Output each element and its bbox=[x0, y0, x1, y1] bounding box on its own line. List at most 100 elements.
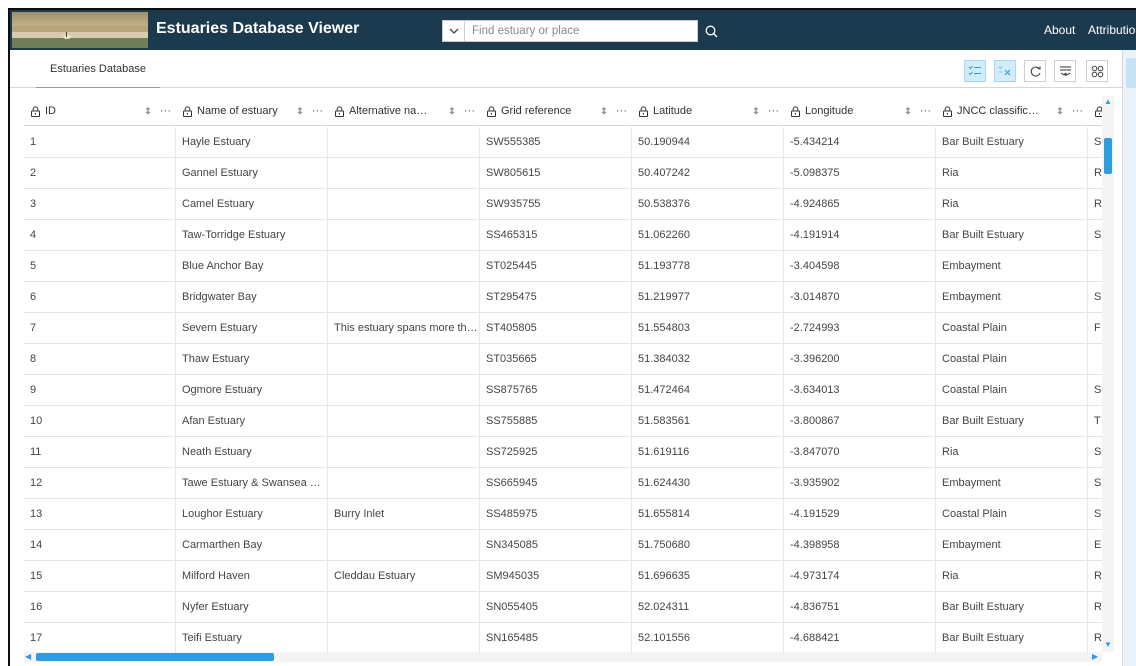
table-cell[interactable]: 1 bbox=[24, 127, 176, 158]
table-cell[interactable]: Ogmore Estuary bbox=[176, 375, 328, 406]
table-cell[interactable] bbox=[328, 375, 480, 406]
table-row[interactable]: 10 Afan Estuary SS755885 51.583561 -3.800867… bbox=[24, 406, 1102, 437]
table-cell[interactable]: Ria bbox=[936, 189, 1088, 220]
table-cell[interactable] bbox=[328, 530, 480, 561]
table-cell[interactable] bbox=[328, 220, 480, 251]
column-header[interactable]: JNCC classific… ⇕ ··· bbox=[942, 96, 1088, 126]
horizontal-scroll-thumb[interactable] bbox=[36, 653, 274, 661]
column-options-button[interactable] bbox=[1086, 60, 1108, 82]
more-options-icon[interactable]: ··· bbox=[920, 105, 931, 117]
search-source-dropdown[interactable] bbox=[443, 21, 465, 41]
sort-icon[interactable]: ⇕ bbox=[600, 106, 608, 117]
table-cell[interactable]: 50.407242 bbox=[632, 158, 784, 189]
table-cell[interactable]: Embayment bbox=[936, 530, 1088, 561]
page-scrollbar[interactable] bbox=[1122, 50, 1136, 666]
table-cell[interactable]: -4.398958 bbox=[784, 530, 936, 561]
table-cell[interactable]: ST025445 bbox=[480, 251, 632, 282]
table-cell[interactable]: R bbox=[1088, 561, 1102, 592]
table-cell[interactable]: SS665945 bbox=[480, 468, 632, 499]
table-row[interactable]: 2 Gannel Estuary SW805615 50.407242 -5.09837… bbox=[24, 158, 1102, 189]
table-cell[interactable]: S bbox=[1088, 468, 1102, 499]
table-row[interactable]: 3 Camel Estuary SW935755 50.538376 -4.924865… bbox=[24, 189, 1102, 220]
table-cell[interactable]: 13 bbox=[24, 499, 176, 530]
table-cell[interactable]: 11 bbox=[24, 437, 176, 468]
table-cell[interactable]: 51.619116 bbox=[632, 437, 784, 468]
table-cell[interactable]: Bar Built Estuary bbox=[936, 127, 1088, 158]
scroll-up-arrow-icon[interactable]: ▲ bbox=[1104, 97, 1112, 106]
table-cell[interactable]: T bbox=[1088, 406, 1102, 437]
table-cell[interactable]: Blue Anchor Bay bbox=[176, 251, 328, 282]
table-cell[interactable]: 15 bbox=[24, 561, 176, 592]
table-cell[interactable]: This estuary spans more th… bbox=[328, 313, 480, 344]
table-row[interactable]: 15 Milford Haven Cleddau Estuary SM945035 51… bbox=[24, 561, 1102, 592]
column-header[interactable]: Grid reference ⇕ ··· bbox=[486, 96, 632, 126]
table-cell[interactable]: R bbox=[1088, 158, 1102, 189]
table-cell[interactable]: SS875765 bbox=[480, 375, 632, 406]
table-cell[interactable]: Milford Haven bbox=[176, 561, 328, 592]
more-options-icon[interactable]: ··· bbox=[312, 105, 323, 117]
table-cell[interactable]: Burry Inlet bbox=[328, 499, 480, 530]
table-row[interactable]: 14 Carmarthen Bay SN345085 51.750680 -4.3989… bbox=[24, 530, 1102, 561]
table-cell[interactable]: 50.190944 bbox=[632, 127, 784, 158]
table-row[interactable]: 6 Bridgwater Bay ST295475 51.219977 -3.01487… bbox=[24, 282, 1102, 313]
table-row[interactable]: 17 Teifi Estuary SN165485 52.101556 -4.68842… bbox=[24, 623, 1102, 652]
table-cell[interactable]: Cleddau Estuary bbox=[328, 561, 480, 592]
vertical-scrollbar[interactable]: ▲ ▼ bbox=[1102, 96, 1114, 652]
table-cell[interactable]: S bbox=[1088, 437, 1102, 468]
table-cell[interactable]: SS465315 bbox=[480, 220, 632, 251]
sort-icon[interactable]: ⇕ bbox=[1056, 106, 1064, 117]
scroll-down-arrow-icon[interactable]: ▼ bbox=[1104, 640, 1112, 649]
table-cell[interactable]: 2 bbox=[24, 158, 176, 189]
table-cell[interactable]: Taw-Torridge Estuary bbox=[176, 220, 328, 251]
horizontal-scrollbar[interactable]: ◀ ▶ bbox=[24, 652, 1102, 662]
table-cell[interactable]: Embayment bbox=[936, 251, 1088, 282]
table-cell[interactable]: Teifi Estuary bbox=[176, 623, 328, 652]
table-row[interactable]: 4 Taw-Torridge Estuary SS465315 51.062260 -4… bbox=[24, 220, 1102, 251]
table-cell[interactable]: Tawe Estuary & Swansea Bay bbox=[176, 468, 328, 499]
table-cell[interactable]: -2.724993 bbox=[784, 313, 936, 344]
table-cell[interactable]: 14 bbox=[24, 530, 176, 561]
attribution-link[interactable]: Attribution bbox=[1088, 23, 1136, 37]
table-cell[interactable]: 51.624430 bbox=[632, 468, 784, 499]
table-cell[interactable]: ST405805 bbox=[480, 313, 632, 344]
table-cell[interactable]: 51.554803 bbox=[632, 313, 784, 344]
table-cell[interactable]: -4.191914 bbox=[784, 220, 936, 251]
table-cell[interactable]: 12 bbox=[24, 468, 176, 499]
table-cell[interactable]: 51.193778 bbox=[632, 251, 784, 282]
about-link[interactable]: About bbox=[1044, 23, 1075, 37]
more-options-icon[interactable]: ··· bbox=[616, 105, 627, 117]
table-cell[interactable]: Bar Built Estuary bbox=[936, 406, 1088, 437]
table-cell[interactable]: SN165485 bbox=[480, 623, 632, 652]
table-cell[interactable] bbox=[328, 189, 480, 220]
table-cell[interactable]: 7 bbox=[24, 313, 176, 344]
table-cell[interactable]: 51.696635 bbox=[632, 561, 784, 592]
table-cell[interactable]: -3.800867 bbox=[784, 406, 936, 437]
refresh-button[interactable] bbox=[1024, 60, 1046, 82]
filter-button[interactable] bbox=[1054, 60, 1076, 82]
tab-estuaries-database[interactable]: Estuaries Database bbox=[36, 62, 160, 88]
table-cell[interactable]: Coastal Plain bbox=[936, 499, 1088, 530]
table-cell[interactable]: -3.404598 bbox=[784, 251, 936, 282]
table-cell[interactable]: S bbox=[1088, 499, 1102, 530]
table-cell[interactable]: R bbox=[1088, 592, 1102, 623]
table-cell[interactable]: SW805615 bbox=[480, 158, 632, 189]
clear-selection-button[interactable] bbox=[994, 60, 1016, 82]
table-cell[interactable]: SW935755 bbox=[480, 189, 632, 220]
table-cell[interactable]: 51.384032 bbox=[632, 344, 784, 375]
column-header[interactable]: ID ⇕ ··· bbox=[30, 96, 176, 126]
table-cell[interactable]: R bbox=[1088, 623, 1102, 652]
table-cell[interactable] bbox=[328, 406, 480, 437]
search-box[interactable]: Find estuary or place bbox=[442, 20, 698, 42]
table-cell[interactable]: 51.472464 bbox=[632, 375, 784, 406]
column-header[interactable]: Longitude ⇕ ··· bbox=[790, 96, 936, 126]
more-options-icon[interactable]: ··· bbox=[160, 105, 171, 117]
table-cell[interactable] bbox=[328, 468, 480, 499]
table-cell[interactable]: S bbox=[1088, 282, 1102, 313]
table-cell[interactable]: SM945035 bbox=[480, 561, 632, 592]
column-header[interactable]: Alternative na… ⇕ ··· bbox=[334, 96, 480, 126]
table-cell[interactable]: -4.191529 bbox=[784, 499, 936, 530]
table-cell[interactable]: Carmarthen Bay bbox=[176, 530, 328, 561]
table-cell[interactable]: SS725925 bbox=[480, 437, 632, 468]
table-cell[interactable]: Nyfer Estuary bbox=[176, 592, 328, 623]
table-row[interactable]: 1 Hayle Estuary SW555385 50.190944 -5.434214… bbox=[24, 127, 1102, 158]
